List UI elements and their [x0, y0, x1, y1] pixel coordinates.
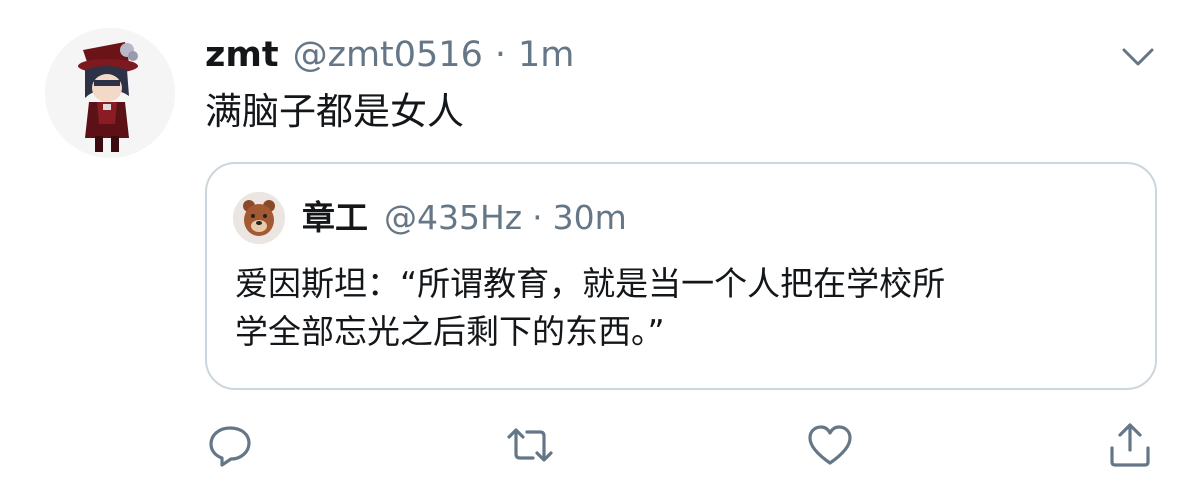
retweet-icon[interactable] — [505, 420, 555, 470]
chevron-down-icon[interactable] — [1118, 36, 1158, 76]
heart-icon[interactable] — [805, 420, 855, 470]
quoted-tweet[interactable]: 章工 @435Hz · 30m 爱因斯坦：“所谓教育，就是当一个人把在学校所 学… — [205, 162, 1157, 390]
tweet-header: zmt @zmt0516 · 1m — [205, 30, 574, 80]
action-bar — [0, 420, 1200, 470]
tweet-text: 满脑子都是女人 — [205, 90, 464, 133]
bear-avatar-icon — [233, 192, 285, 244]
avatar[interactable] — [45, 28, 175, 158]
separator-dot: · — [494, 35, 506, 75]
quoted-user-handle: @435Hz — [384, 198, 523, 237]
user-handle[interactable]: @zmt0516 — [293, 30, 483, 80]
quoted-text-line: 爱因斯坦：“所谓教育，就是当一个人把在学校所 — [235, 264, 946, 303]
tweet[interactable]: zmt @zmt0516 · 1m 满脑子都是女人 章工 @435Hz · 30… — [0, 0, 1200, 495]
reply-icon[interactable] — [205, 420, 255, 470]
user-name[interactable]: zmt — [205, 30, 279, 80]
quoted-text: 爱因斯坦：“所谓教育，就是当一个人把在学校所 学全部忘光之后剩下的东西。” — [235, 260, 1135, 356]
quoted-header: 章工 @435Hz · 30m — [302, 194, 627, 242]
quoted-timestamp: 30m — [552, 198, 627, 237]
quoted-user-name: 章工 — [302, 198, 368, 237]
separator-dot: · — [532, 198, 543, 237]
anime-character-avatar-icon — [45, 28, 175, 158]
share-icon[interactable] — [1105, 420, 1155, 470]
quoted-text-line: 学全部忘光之后剩下的东西。” — [235, 312, 665, 351]
quoted-avatar — [233, 192, 285, 244]
timestamp[interactable]: 1m — [518, 30, 574, 80]
